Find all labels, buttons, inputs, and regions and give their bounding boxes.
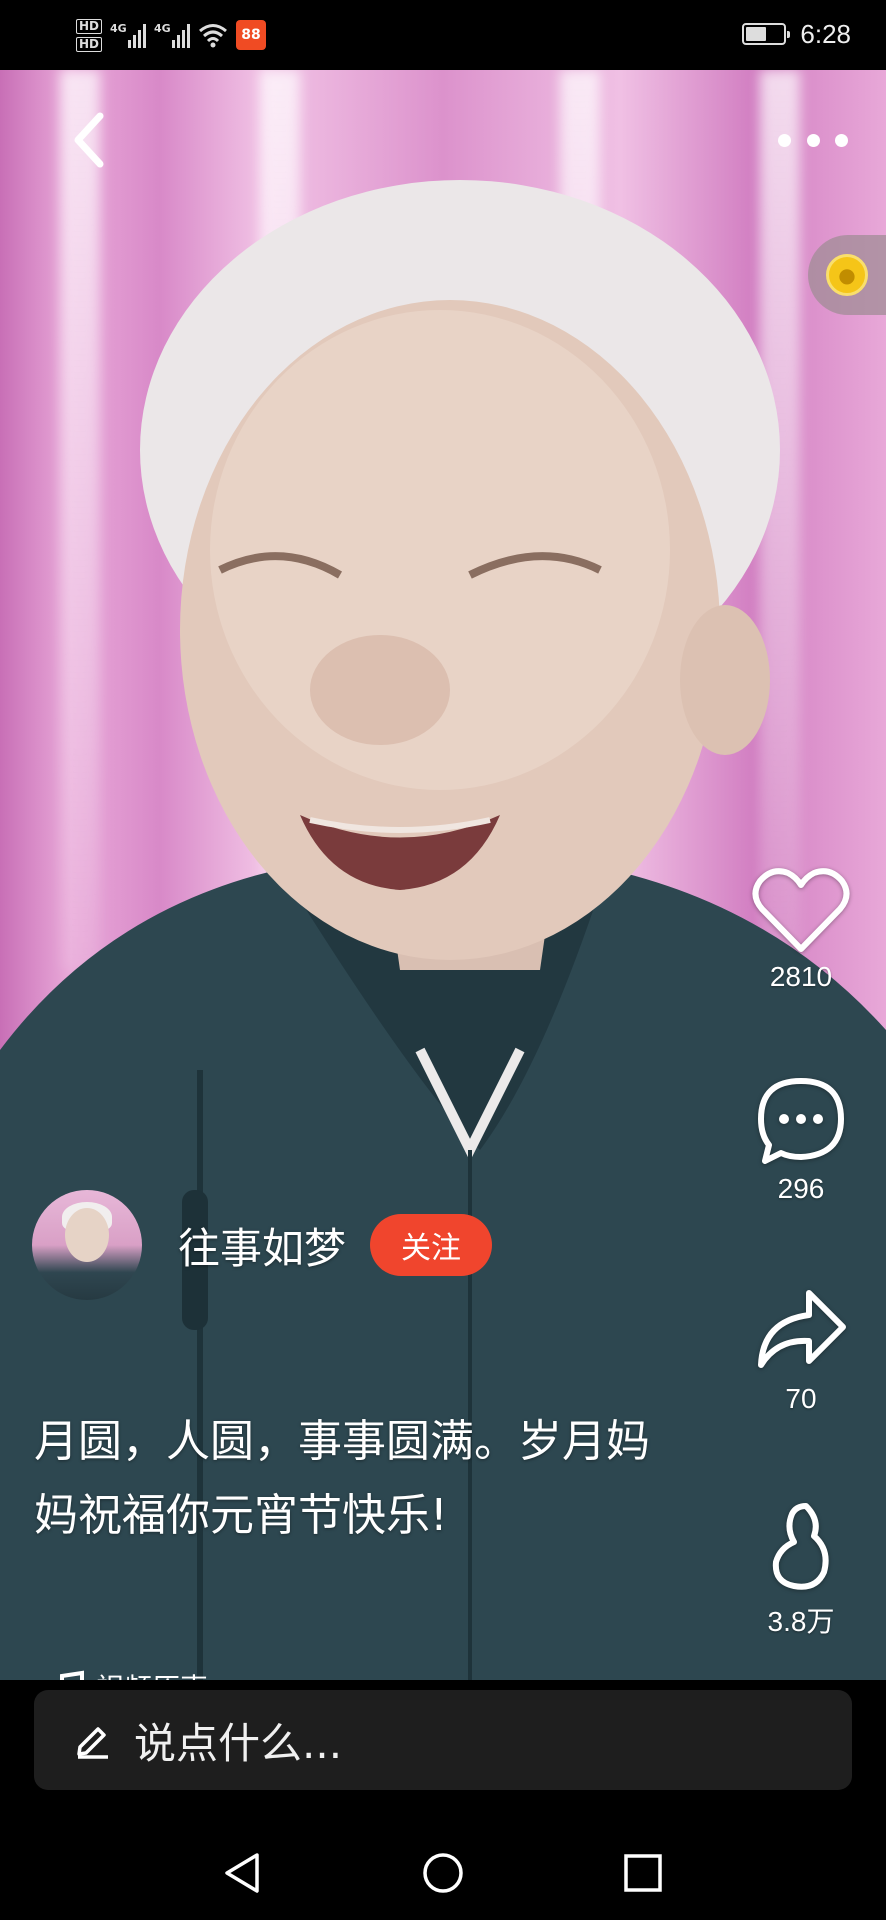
comment-input[interactable]: 说点什么... [34, 1690, 852, 1790]
back-arrow-icon [74, 112, 104, 168]
hd-sim1-badge: HD [76, 18, 103, 34]
more-options-button[interactable] [778, 125, 848, 155]
coin-reward-button[interactable]: ● [808, 235, 886, 315]
bottom-area: 说点什么... [0, 1680, 886, 1920]
comment-icon [758, 1078, 844, 1164]
wifi-icon [199, 24, 227, 48]
coin-icon: ● [826, 254, 868, 296]
nav-home-button[interactable] [418, 1848, 468, 1898]
network-type-2: 4G [154, 22, 171, 35]
signal-sim1-icon: 4G [110, 22, 147, 48]
hd-indicators: HD HD [76, 18, 103, 52]
app-notification-badge: 88 [236, 20, 267, 50]
collect-count: 3.8万 [767, 1606, 835, 1637]
like-button[interactable]: 2810 [751, 865, 851, 993]
music-note-icon [60, 1670, 84, 1680]
nav-back-button[interactable] [218, 1848, 268, 1898]
author-row: 往事如梦 关注 [32, 1190, 493, 1300]
nav-back-icon [225, 1852, 259, 1893]
nav-home-icon [423, 1852, 463, 1893]
follow-button[interactable]: 关注 [370, 1214, 493, 1276]
network-type-1: 4G [110, 22, 127, 35]
status-time: 6:28 [800, 18, 851, 49]
video-player[interactable]: ● 2810 296 70 3.8万 往事如梦 关注 月圆，人圆，事事圆满。岁月… [0, 70, 886, 1680]
back-button[interactable] [60, 110, 120, 170]
nav-recents-icon [624, 1853, 662, 1892]
comment-button[interactable]: 296 [751, 1075, 851, 1205]
music-label: 视频原声 [96, 1667, 208, 1680]
author-name[interactable]: 往事如梦 [178, 1215, 346, 1276]
status-left-icons: HD HD 4G 4G 88 [76, 10, 267, 60]
collect-button[interactable]: 3.8万 [751, 1500, 851, 1640]
avatar[interactable] [32, 1190, 142, 1300]
more-dots-icon [778, 133, 791, 147]
share-count: 70 [785, 1383, 817, 1414]
comment-placeholder: 说点什么... [134, 1718, 343, 1768]
signal-sim2-icon: 4G [154, 22, 191, 48]
heart-icon [752, 868, 850, 952]
hd-sim2-badge: HD [76, 36, 103, 52]
nav-recents-button[interactable] [618, 1848, 668, 1898]
comment-count: 296 [777, 1173, 825, 1204]
share-button[interactable]: 70 [751, 1285, 851, 1415]
pencil-icon [77, 1727, 108, 1759]
like-count: 2810 [769, 961, 833, 992]
music-source[interactable]: 视频原声 [52, 1667, 208, 1680]
status-right-icons: 6:28 [742, 14, 851, 54]
collect-icon [772, 1503, 829, 1590]
status-bar: HD HD 4G 4G 88 6:28 [0, 0, 886, 70]
system-nav-bar [0, 1825, 886, 1920]
share-icon [758, 1290, 846, 1368]
video-caption: 月圆，人圆，事事圆满。岁月妈妈祝福你元宵节快乐! [34, 1416, 650, 1541]
battery-icon [742, 23, 791, 45]
